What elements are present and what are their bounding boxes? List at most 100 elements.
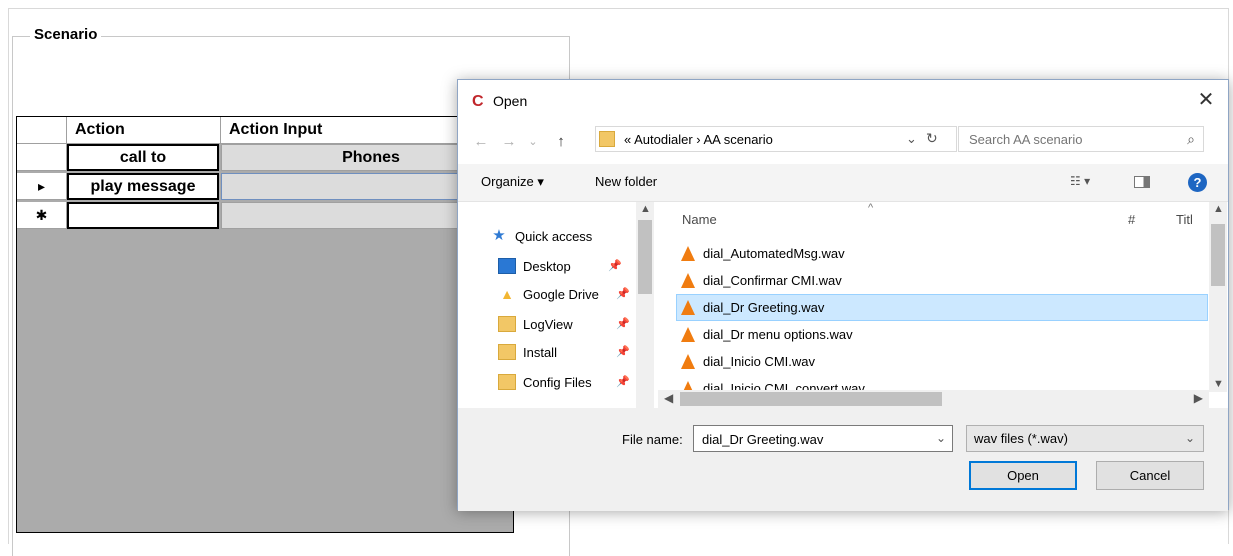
- vlc-file-icon: [681, 246, 695, 261]
- file-name-combobox[interactable]: ⌄: [693, 425, 953, 452]
- file-name-label: File name:: [622, 432, 683, 447]
- folder-icon: [498, 344, 516, 360]
- recent-locations-button[interactable]: ⌄: [522, 130, 544, 154]
- chevron-down-icon[interactable]: ⌄: [906, 131, 917, 147]
- dialog-titlebar[interactable]: C Open ✕: [458, 80, 1228, 124]
- file-name: dial_Dr Greeting.wav: [703, 300, 825, 315]
- scroll-down-icon[interactable]: ▼: [1213, 378, 1224, 390]
- close-button[interactable]: ✕: [1194, 88, 1218, 112]
- file-type-value: wav files (*.wav): [974, 431, 1068, 446]
- scenario-title: Scenario: [30, 26, 102, 43]
- file-item-selected[interactable]: dial_Dr Greeting.wav: [676, 294, 1208, 321]
- cancel-button[interactable]: Cancel: [1096, 461, 1204, 490]
- scrollbar-thumb[interactable]: [680, 392, 942, 406]
- nav-item-quick-access[interactable]: ★ Quick access: [490, 224, 592, 248]
- scroll-right-icon[interactable]: ▶: [1194, 391, 1203, 405]
- file-list-horizontal-scrollbar[interactable]: ◀ ▶: [658, 390, 1209, 408]
- folder-icon: [498, 316, 516, 332]
- search-input[interactable]: [967, 130, 1167, 148]
- help-icon[interactable]: ?: [1188, 173, 1207, 192]
- new-folder-button[interactable]: New folder: [595, 174, 657, 189]
- scenario-grid[interactable]: Action Action Input call to Phones ▸ pla…: [16, 116, 514, 533]
- scrollbar-thumb[interactable]: [1211, 224, 1225, 286]
- refresh-icon[interactable]: ↻: [926, 130, 938, 147]
- open-file-dialog: C Open ✕ ← → ⌄ ↑ « Autodialer › AA scena…: [457, 79, 1229, 511]
- app-logo-icon: C: [472, 93, 484, 110]
- folder-icon: [599, 131, 615, 147]
- vlc-file-icon: [681, 354, 695, 369]
- new-row[interactable]: ✱: [17, 202, 513, 229]
- forward-button[interactable]: →: [498, 130, 520, 154]
- column-header-name[interactable]: Name: [682, 212, 717, 227]
- navigation-bar: ← → ⌄ ↑ « Autodialer › AA scenario ⌄ ↻ ⌕: [458, 124, 1228, 164]
- new-row-indicator[interactable]: ✱: [17, 202, 67, 229]
- pin-icon: 📌: [608, 260, 622, 272]
- scroll-left-icon[interactable]: ◀: [664, 391, 673, 405]
- star-icon: ★: [492, 227, 506, 244]
- current-row-indicator[interactable]: ▸: [17, 173, 67, 200]
- up-button[interactable]: ↑: [550, 130, 572, 154]
- vlc-file-icon: [681, 273, 695, 288]
- preview-pane-icon[interactable]: [1134, 176, 1150, 188]
- organize-menu[interactable]: Organize ▾: [481, 174, 544, 190]
- column-header-number[interactable]: #: [1128, 212, 1135, 227]
- nav-item-label: Desktop: [523, 258, 571, 274]
- open-button[interactable]: Open: [969, 461, 1077, 490]
- pin-icon: 📌: [616, 318, 630, 330]
- dialog-title: Open: [493, 93, 528, 109]
- file-item[interactable]: dial_Dr menu options.wav: [676, 321, 1208, 348]
- nav-item-label: Config Files: [523, 374, 592, 390]
- grid-corner: [17, 117, 67, 144]
- dialog-footer: File name: ⌄ wav files (*.wav) ⌄ Open Ca…: [458, 408, 1228, 511]
- view-options-icon[interactable]: ☷ ▾: [1070, 174, 1090, 188]
- pin-icon: 📌: [616, 376, 630, 388]
- nav-item-label: Google Drive: [523, 286, 599, 302]
- desktop-icon: [498, 258, 516, 274]
- google-drive-icon: ▲: [500, 286, 514, 302]
- nav-item-install[interactable]: Install 📌: [498, 340, 630, 364]
- nav-item-google-drive[interactable]: ▲ Google Drive 📌: [498, 282, 630, 306]
- file-name: dial_Dr menu options.wav: [703, 327, 853, 342]
- table-row[interactable]: call to Phones: [17, 144, 513, 171]
- navigation-pane: ★ Quick access Desktop 📌 ▲ Google Drive …: [458, 202, 656, 408]
- pin-icon: 📌: [616, 288, 630, 300]
- toolbar: Organize ▾ New folder ☷ ▾ ?: [458, 164, 1228, 202]
- back-button[interactable]: ←: [470, 130, 492, 154]
- scrollbar-thumb[interactable]: [638, 220, 652, 294]
- nav-item-logview[interactable]: LogView 📌: [498, 312, 630, 336]
- search-box[interactable]: ⌕: [958, 126, 1204, 152]
- search-icon[interactable]: ⌕: [1187, 131, 1195, 148]
- nav-pane-scrollbar[interactable]: ▲: [636, 202, 654, 408]
- file-item[interactable]: dial_Inicio CMI.wav: [676, 348, 1208, 375]
- nav-item-label: LogView: [523, 316, 573, 332]
- action-cell[interactable]: play message: [67, 173, 219, 200]
- file-name-input[interactable]: [700, 430, 920, 448]
- action-cell[interactable]: [67, 202, 219, 229]
- nav-item-label: Quick access: [515, 228, 593, 244]
- file-type-select[interactable]: wav files (*.wav) ⌄: [966, 425, 1204, 452]
- row-header[interactable]: [17, 144, 67, 171]
- nav-item-label: Install: [523, 344, 557, 360]
- scroll-up-icon[interactable]: ▲: [640, 203, 651, 215]
- nav-item-desktop[interactable]: Desktop 📌: [498, 254, 622, 278]
- table-row[interactable]: ▸ play message: [17, 173, 513, 200]
- file-name: dial_AutomatedMsg.wav: [703, 246, 845, 261]
- file-item[interactable]: dial_AutomatedMsg.wav: [676, 240, 1208, 267]
- chevron-down-icon[interactable]: ⌄: [1185, 431, 1195, 445]
- sort-ascending-icon: ^: [868, 202, 874, 214]
- file-list-vertical-scrollbar[interactable]: ▲ ▼: [1209, 202, 1227, 392]
- action-cell[interactable]: call to: [67, 144, 219, 171]
- breadcrumb[interactable]: « Autodialer › AA scenario: [624, 132, 773, 147]
- file-name: dial_Confirmar CMI.wav: [703, 273, 842, 288]
- vlc-file-icon: [681, 327, 695, 342]
- file-name: dial_Inicio CMI.wav: [703, 354, 815, 369]
- header-action[interactable]: Action: [67, 117, 221, 144]
- column-header-title[interactable]: Titl: [1176, 212, 1193, 227]
- address-bar[interactable]: « Autodialer › AA scenario ⌄ ↻: [595, 126, 957, 152]
- pin-icon: 📌: [616, 346, 630, 358]
- file-item[interactable]: dial_Confirmar CMI.wav: [676, 267, 1208, 294]
- file-list: ^ Name # Titl dial_AutomatedMsg.wav dial…: [658, 202, 1228, 408]
- scroll-up-icon[interactable]: ▲: [1213, 203, 1224, 215]
- chevron-down-icon[interactable]: ⌄: [936, 431, 946, 445]
- nav-item-config-files[interactable]: Config Files 📌: [498, 370, 630, 394]
